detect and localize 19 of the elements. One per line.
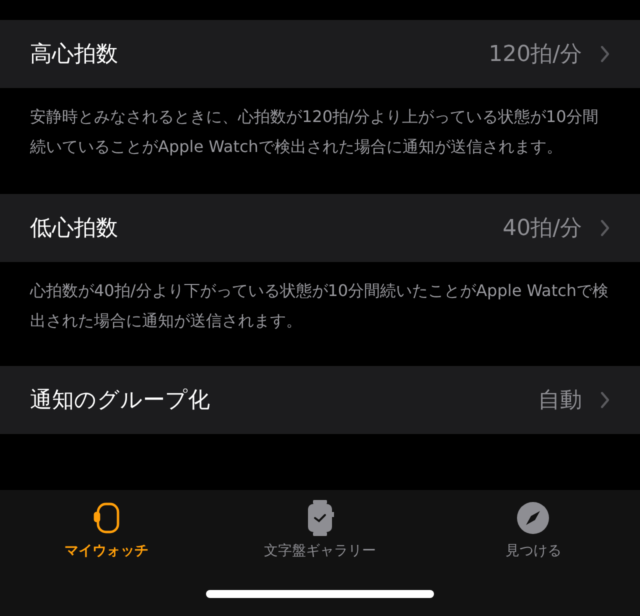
compass-icon	[516, 500, 550, 536]
description-text: 心拍数が40拍/分より下がっている状態が10分間続いたことがApple Watchで検出された場合に通知が送信されます。	[28, 280, 610, 332]
chevron-icon	[600, 219, 610, 237]
row-label: 通知のグループ化	[30, 387, 211, 415]
row-value: 自動	[538, 387, 582, 415]
chevron-icon	[600, 391, 610, 409]
description-text: 安静時とみなされるときに、心拍数が120拍/分より上がっている状態が10分間続いていることがApple Watchで検出された場合に通知が送信されます。	[29, 106, 600, 158]
row-label: 低心拍数	[30, 215, 119, 243]
settings-row[interactable]: 高心拍数 120拍/分	[0, 20, 640, 88]
settings-row[interactable]: 低心拍数 40拍/分	[0, 194, 640, 262]
settings-row[interactable]: 通知のグループ化 自動	[0, 366, 640, 434]
watch-icon	[92, 500, 122, 536]
row-label: 高心拍数	[30, 41, 119, 69]
tab[interactable]: 文字盤ギャラリー	[213, 500, 427, 560]
chevron-icon	[600, 45, 610, 63]
row-value: 120拍/分	[488, 41, 582, 69]
tab[interactable]: マイウォッチ	[0, 500, 214, 560]
tab[interactable]: 見つける	[426, 500, 640, 560]
row-value: 40拍/分	[502, 215, 582, 243]
